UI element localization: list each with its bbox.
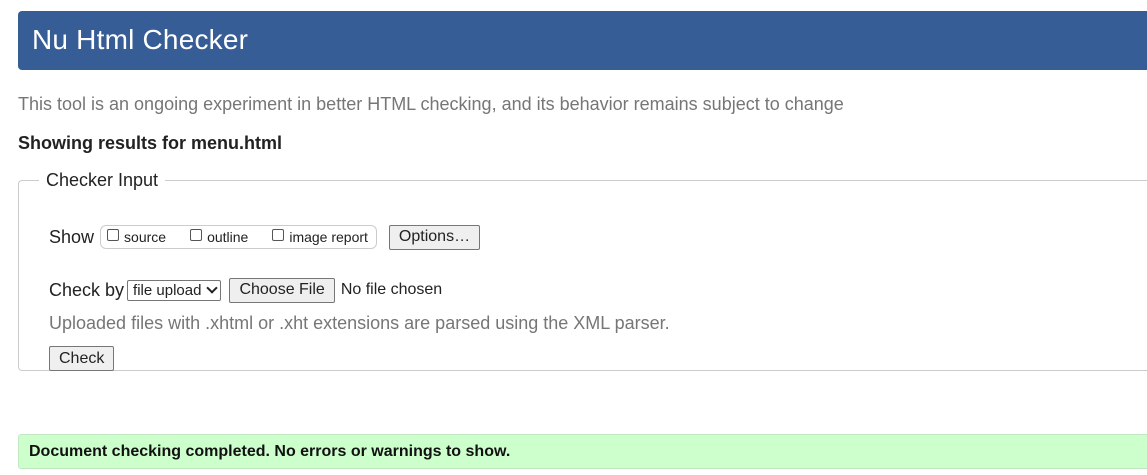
- show-row: Show source outline image report Options…: [49, 224, 481, 250]
- check-by-selected-value: file upload: [133, 281, 202, 299]
- source-checkbox[interactable]: [107, 229, 120, 241]
- xml-parser-note: Uploaded files with .xhtml or .xht exten…: [49, 313, 670, 333]
- outline-checkbox-label: outline: [207, 229, 249, 245]
- show-options-group: source outline image report: [100, 225, 377, 249]
- image-report-checkbox-label: image report: [289, 229, 368, 245]
- chevron-down-icon: [206, 282, 219, 294]
- checker-input-legend: Checker Input: [46, 170, 159, 190]
- check-button[interactable]: Check: [49, 346, 115, 371]
- check-by-row: Check by file upload Choose File No file…: [49, 277, 442, 303]
- show-label: Show: [49, 226, 95, 247]
- checker-input-fieldset: Checker Input Show source outline image …: [18, 170, 1147, 371]
- source-checkbox-label: source: [124, 229, 167, 245]
- choose-file-button[interactable]: Choose File: [229, 277, 335, 303]
- status-message: Document checking completed. No errors o…: [18, 434, 1147, 469]
- check-by-label: Check by: [49, 279, 125, 300]
- show-source-option[interactable]: source: [107, 229, 166, 245]
- page-title: Nu Html Checker: [32, 24, 249, 55]
- tool-description: This tool is an ongoing experiment in be…: [18, 94, 844, 114]
- app-header: Nu Html Checker: [18, 11, 1147, 70]
- show-image-report-option[interactable]: image report: [272, 229, 368, 245]
- file-status-text: No file chosen: [340, 281, 443, 298]
- show-outline-option[interactable]: outline: [190, 229, 248, 245]
- results-heading: Showing results for menu.html: [18, 133, 283, 153]
- options-button[interactable]: Options…: [388, 224, 481, 250]
- check-by-select[interactable]: file upload: [127, 279, 222, 301]
- image-report-checkbox[interactable]: [272, 229, 285, 241]
- outline-checkbox[interactable]: [190, 229, 203, 241]
